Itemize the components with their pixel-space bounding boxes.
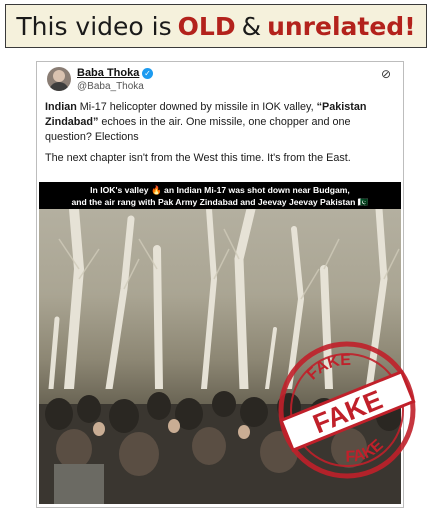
post-paragraph-1: Indian Mi-17 helicopter downed by missil… — [45, 100, 395, 145]
link-icon[interactable]: ⊘ — [381, 67, 391, 81]
banner-word-old: OLD — [177, 11, 236, 41]
user-handle: @Baba_Thoka — [77, 81, 144, 92]
caption-line-1: In IOK's valley 🔥 an Indian Mi-17 was sh… — [90, 185, 350, 195]
fake-stamp: FAKE FAKE FAKE — [278, 341, 416, 479]
banner-connector: & — [241, 11, 262, 41]
stamp-word-top: FAKE — [302, 346, 357, 385]
banner-word-unrelated: unrelated — [267, 11, 405, 41]
svg-text:FAKE: FAKE — [302, 346, 357, 385]
caption-line-2: and the air rang with Pak Army Zindabad … — [71, 197, 369, 207]
post-bold-1: Indian — [45, 101, 77, 113]
fact-check-banner: This video is OLD & unrelated ! — [5, 4, 427, 48]
avatar[interactable] — [47, 67, 71, 91]
banner-suffix: ! — [404, 11, 416, 41]
verified-badge-icon: ✓ — [142, 68, 153, 79]
post-text: Indian Mi-17 helicopter downed by missil… — [45, 100, 395, 166]
display-name[interactable]: Baba Thoka — [77, 67, 139, 79]
post-text-1: Mi-17 helicopter downed by missile in IO… — [76, 101, 317, 113]
post-header: Baba Thoka ✓ @Baba_Thoka ⊘ — [45, 67, 395, 101]
banner-prefix: This video is — [16, 11, 172, 41]
video-caption: In IOK's valley 🔥 an Indian Mi-17 was sh… — [39, 182, 401, 209]
post-paragraph-2: The next chapter isn't from the West thi… — [45, 152, 351, 164]
